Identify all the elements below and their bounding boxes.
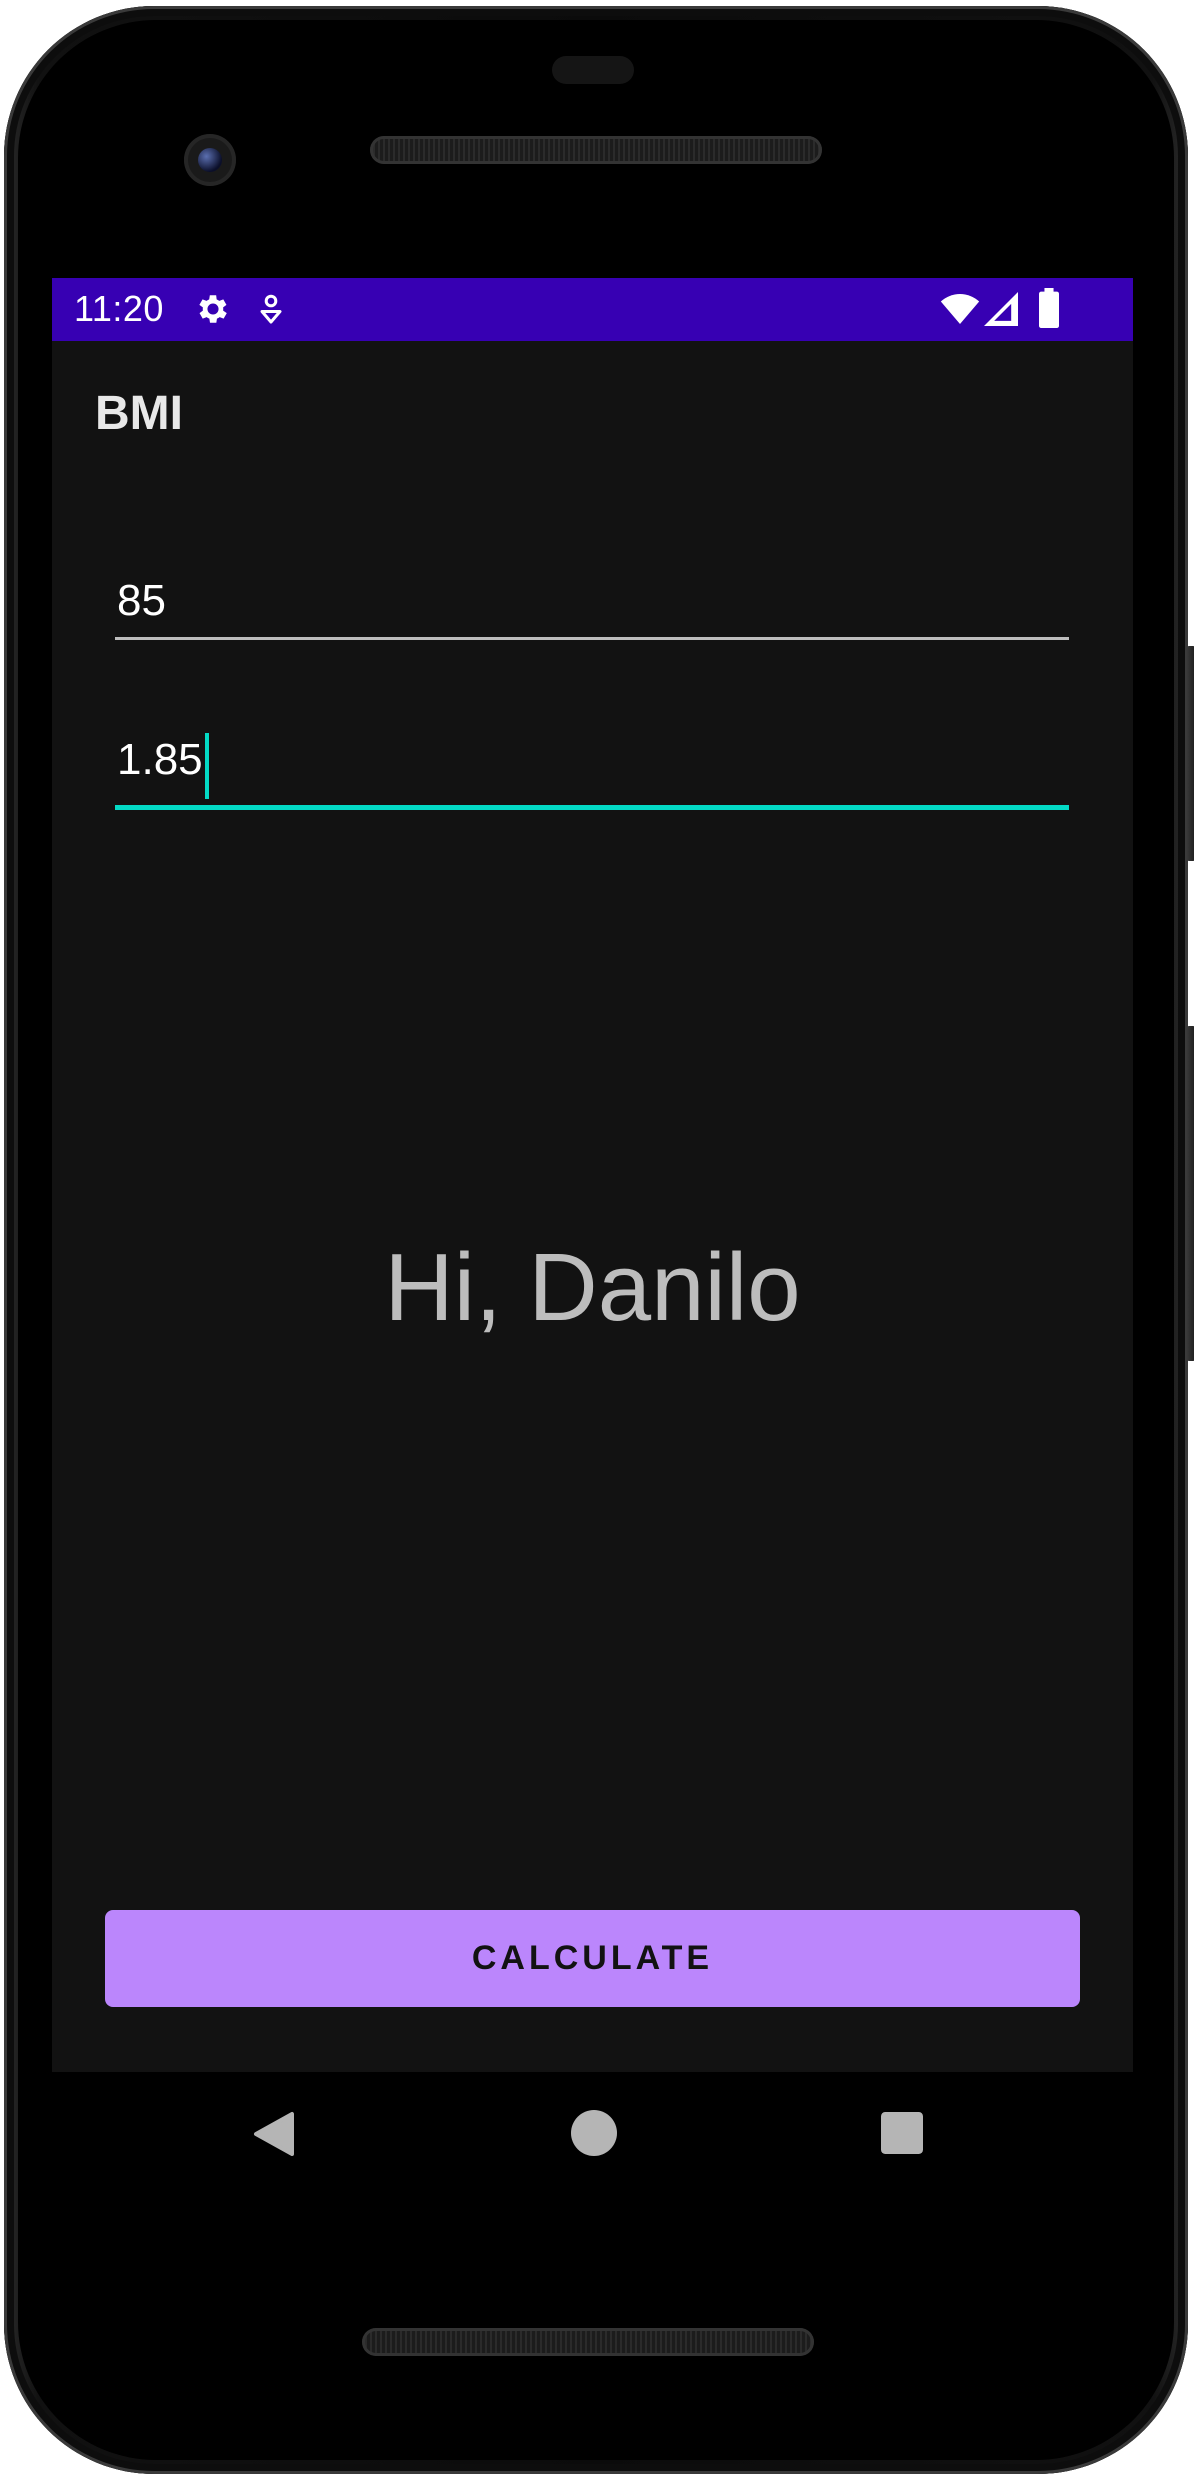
app-screen: 11:20 BMI 85 1.85 Hi, Danilo CALCULATE (52, 278, 1133, 2072)
cellular-signal-icon (984, 292, 1018, 331)
navigation-bar (52, 2072, 1133, 2202)
front-camera (184, 134, 236, 186)
calculate-button[interactable]: CALCULATE (105, 1910, 1080, 2007)
status-time: 11:20 (74, 288, 164, 329)
home-icon[interactable] (571, 2110, 617, 2161)
bottom-speaker-grille (362, 2328, 814, 2356)
text-cursor (204, 732, 209, 799)
wifi-icon (940, 292, 980, 331)
location-pin-icon (256, 292, 286, 333)
height-input[interactable]: 1.85 (115, 730, 203, 790)
weight-field[interactable]: 85 (115, 571, 1069, 640)
app-title: BMI (95, 387, 183, 440)
recents-icon[interactable] (881, 2112, 923, 2159)
power-button (1186, 646, 1194, 861)
battery-icon (1038, 288, 1060, 333)
height-field[interactable]: 1.85 (115, 730, 1069, 810)
weight-input[interactable]: 85 (115, 571, 166, 631)
top-speaker-grille (370, 136, 822, 164)
calculate-button-label: CALCULATE (471, 1939, 714, 1977)
height-field-underline (115, 804, 1069, 810)
proximity-sensor (552, 56, 634, 84)
greeting-text: Hi, Danilo (384, 1234, 801, 1341)
back-icon[interactable] (252, 2110, 296, 2163)
gear-icon (194, 290, 232, 333)
status-bar: 11:20 (52, 278, 1133, 341)
weight-field-underline (115, 637, 1069, 640)
volume-button (1186, 1026, 1194, 1361)
